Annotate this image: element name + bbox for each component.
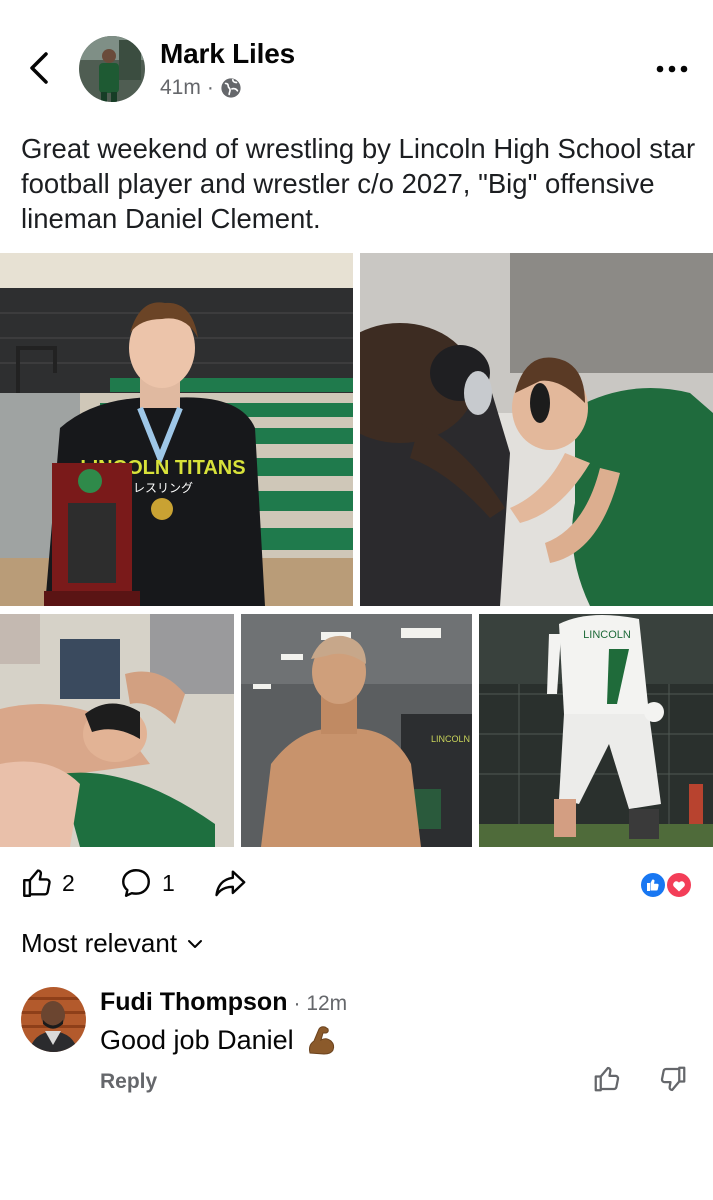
comment-author-name[interactable]: Fudi Thompson: [100, 988, 287, 1017]
more-options-button[interactable]: [652, 54, 692, 84]
commenter-avatar[interactable]: [21, 987, 86, 1052]
post-meta: 41m ·: [160, 76, 242, 100]
hoodie-subtext: レスリング: [133, 481, 193, 495]
wall-text: LINCOLN: [431, 734, 470, 744]
flexed-biceps-icon: [308, 1026, 334, 1055]
thumbs-up-icon: [594, 1066, 620, 1092]
share-button[interactable]: [212, 866, 248, 900]
like-button[interactable]: 2: [20, 866, 75, 900]
photo-trophy[interactable]: LINCOLN TITANS レスリング: [0, 253, 353, 606]
photo-weight-room[interactable]: LINCOLN: [241, 614, 472, 847]
comment-separator: ·: [293, 992, 301, 1015]
chevron-down-icon: [188, 939, 203, 948]
sort-label: Most relevant: [21, 928, 178, 958]
comments-sort-dropdown[interactable]: Most relevant: [21, 928, 203, 959]
photo-wrestling-hold[interactable]: [0, 614, 234, 847]
comment-header: Fudi Thompson · 12m: [100, 988, 347, 1017]
reply-button[interactable]: Reply: [100, 1070, 157, 1094]
post-author-name[interactable]: Mark Liles: [160, 38, 295, 70]
like-count: 2: [62, 869, 75, 896]
comment-downvote-button[interactable]: [658, 1064, 690, 1096]
comment-button[interactable]: 1: [118, 866, 175, 900]
comment-upvote-button[interactable]: [592, 1064, 624, 1096]
photo-wrestling-match[interactable]: [360, 253, 713, 606]
share-icon: [215, 870, 246, 897]
comment-count: 1: [162, 869, 175, 896]
author-avatar[interactable]: [79, 36, 145, 102]
thumbs-down-icon: [660, 1066, 686, 1092]
comment-text: Good job Daniel: [100, 1024, 294, 1055]
like-reaction-icon: [639, 871, 667, 899]
back-button[interactable]: [22, 48, 58, 88]
reactions-summary[interactable]: [638, 870, 694, 900]
more-horizontal-icon: [656, 65, 688, 73]
globe-icon: [221, 78, 241, 98]
post-time[interactable]: 41m: [160, 76, 201, 100]
comment-body: Good job Daniel: [100, 1023, 338, 1057]
comment-icon: [122, 869, 150, 897]
thumbs-up-icon: [23, 869, 51, 897]
comment-timestamp: 12m: [306, 992, 348, 1015]
post-text: Great weekend of wrestling by Lincoln Hi…: [21, 133, 696, 234]
photo-football-player[interactable]: LINCOLN: [479, 614, 713, 847]
jersey-text: LINCOLN: [583, 629, 631, 641]
love-reaction-icon: [665, 871, 693, 899]
meta-separator: ·: [206, 76, 214, 99]
chevron-left-icon: [30, 52, 48, 84]
comment-time: · 12m: [293, 992, 347, 1016]
